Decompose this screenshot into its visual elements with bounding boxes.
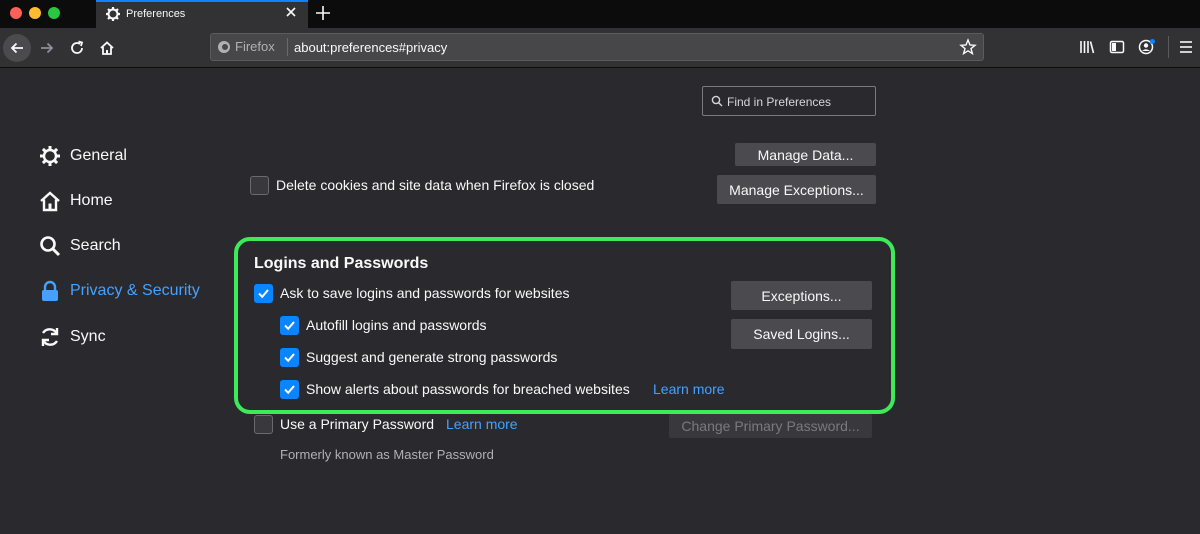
delete-cookies-label: Delete cookies and site data when Firefo…: [276, 177, 595, 193]
arrow-left-icon: [10, 42, 23, 54]
checkmark-icon: [284, 353, 295, 363]
primary-password-checkbox[interactable]: [254, 415, 273, 434]
library-button[interactable]: [1077, 37, 1097, 57]
checkmark-icon: [258, 289, 269, 299]
firefox-icon: [218, 40, 230, 53]
breach-learn-more-link[interactable]: Learn more: [653, 381, 725, 397]
sidebar-item-label: Privacy & Security: [70, 282, 200, 299]
account-icon: [1138, 39, 1155, 55]
close-window-button[interactable]: [10, 7, 22, 19]
minimize-window-button[interactable]: [29, 7, 41, 19]
zoom-window-button[interactable]: [48, 7, 60, 19]
gear-icon: [106, 7, 120, 21]
delete-cookies-checkbox[interactable]: [250, 176, 269, 195]
hamburger-menu-icon: [1180, 41, 1192, 53]
tab-title: Preferences: [126, 8, 186, 20]
formerly-known-note: Formerly known as Master Password: [280, 447, 494, 462]
checkmark-icon: [284, 385, 295, 395]
sidebar-item-search[interactable]: Search: [39, 234, 121, 258]
home-icon: [40, 191, 60, 212]
menu-button[interactable]: [1176, 37, 1196, 57]
new-tab-icon[interactable]: [314, 4, 332, 22]
toolbar-separator: [1168, 36, 1169, 58]
gear-icon: [40, 146, 60, 166]
close-tab-icon[interactable]: [284, 5, 298, 19]
saved-logins-button[interactable]: Saved Logins...: [731, 319, 872, 349]
breach-alerts-label: Show alerts about passwords for breached…: [306, 381, 630, 397]
identity-box[interactable]: Firefox: [217, 39, 275, 54]
account-button[interactable]: [1137, 37, 1157, 57]
tab-preferences[interactable]: Preferences: [96, 0, 308, 28]
breach-alerts-checkbox[interactable]: [280, 380, 299, 399]
sidebar-item-home[interactable]: Home: [39, 189, 113, 213]
logins-section-title: Logins and Passwords: [254, 255, 429, 272]
checkmark-icon: [284, 321, 295, 331]
arrow-right-icon: [41, 42, 54, 54]
change-primary-password-button[interactable]: Change Primary Password...: [669, 414, 872, 438]
suggest-passwords-checkbox[interactable]: [280, 348, 299, 367]
sidebar-item-general[interactable]: General: [39, 144, 127, 168]
sidebar-item-label: Home: [70, 192, 113, 209]
suggest-passwords-label: Suggest and generate strong passwords: [306, 349, 558, 365]
bookmark-star-icon[interactable]: [959, 38, 977, 56]
navigation-toolbar: Firefox about:preferences#privacy: [0, 28, 1200, 68]
sidebar-item-label: Search: [70, 237, 121, 254]
reload-icon: [71, 40, 84, 54]
search-placeholder: Find in Preferences: [727, 95, 832, 109]
search-icon: [711, 95, 723, 107]
back-button[interactable]: [3, 34, 31, 62]
sidebar-item-label: Sync: [70, 328, 106, 345]
url-text[interactable]: about:preferences#privacy: [294, 40, 447, 55]
sidebar-item-label: General: [70, 147, 127, 164]
autofill-checkbox[interactable]: [280, 316, 299, 335]
exceptions-button[interactable]: Exceptions...: [731, 281, 872, 310]
manage-exceptions-button[interactable]: Manage Exceptions...: [717, 175, 876, 204]
search-icon: [40, 236, 61, 257]
find-in-preferences-input[interactable]: Find in Preferences: [702, 86, 876, 116]
primary-learn-more-link[interactable]: Learn more: [446, 416, 518, 432]
sync-icon: [41, 328, 59, 346]
reload-button[interactable]: [63, 34, 91, 62]
lock-icon: [42, 280, 58, 301]
autofill-label: Autofill logins and passwords: [306, 317, 487, 333]
primary-password-label: Use a Primary Password: [280, 416, 435, 432]
library-icon: [1080, 41, 1095, 54]
manage-data-button[interactable]: Manage Data...: [735, 143, 876, 166]
identity-label: Firefox: [235, 39, 275, 54]
ask-to-save-checkbox[interactable]: [254, 284, 273, 303]
sidebar-item-sync[interactable]: Sync: [39, 325, 106, 349]
ask-to-save-label: Ask to save logins and passwords for web…: [280, 285, 570, 301]
sidebar-button[interactable]: [1107, 37, 1127, 57]
forward-button[interactable]: [33, 34, 61, 62]
tab-bar: Preferences: [0, 0, 1200, 28]
sidebar-icon: [1109, 40, 1125, 54]
sidebar-item-privacy-security[interactable]: Privacy & Security: [39, 279, 200, 303]
url-bar[interactable]: Firefox about:preferences#privacy: [210, 33, 984, 61]
url-separator: [287, 38, 288, 56]
home-button[interactable]: [93, 34, 121, 62]
home-icon: [100, 41, 114, 55]
